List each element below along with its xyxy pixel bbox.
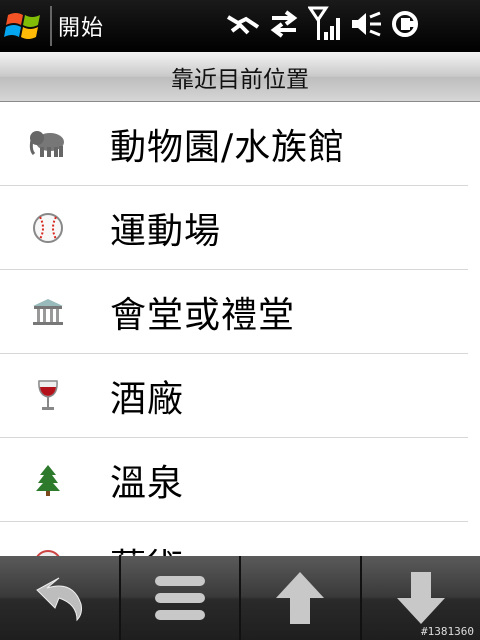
tree-icon [24, 462, 72, 498]
down-arrow-icon [396, 572, 445, 624]
partial-icon [24, 546, 72, 556]
connectivity-icon [226, 15, 260, 35]
list-item-label: 動物園/水族館 [110, 126, 346, 168]
windows-logo-icon[interactable] [2, 3, 48, 49]
back-button[interactable] [0, 556, 121, 640]
menu-button[interactable] [120, 556, 241, 640]
list-item-label: 溫泉 [110, 462, 185, 504]
list-item-label: 藝術 [110, 538, 184, 557]
battery-charging-icon [392, 11, 418, 37]
place-category-list[interactable]: 動物園/水族館 運動場 會堂或禮堂 酒廠 溫泉 [0, 102, 480, 556]
list-item-hot-spring[interactable]: 溫泉 [0, 438, 468, 522]
status-bar: 開始 [0, 0, 480, 52]
signal-strength-icon [308, 6, 340, 40]
list-item-auditorium[interactable]: 會堂或禮堂 [0, 270, 468, 354]
wine-glass-icon [24, 378, 72, 414]
scroll-up-button[interactable] [241, 556, 362, 640]
bottom-toolbar [0, 556, 480, 640]
elephant-icon [24, 126, 72, 162]
list-item-label: 酒廠 [110, 378, 185, 420]
list-item-stadium[interactable]: 運動場 [0, 186, 468, 270]
page-title: 靠近目前位置 [0, 52, 480, 102]
menu-icon [154, 576, 205, 620]
list-item-label: 運動場 [110, 210, 222, 252]
status-separator [50, 6, 52, 46]
up-arrow-icon [276, 572, 325, 624]
auditorium-icon [24, 294, 72, 330]
list-item-winery[interactable]: 酒廠 [0, 354, 468, 438]
start-label[interactable]: 開始 [58, 10, 104, 42]
list-item-art[interactable]: 藝術 [0, 522, 468, 556]
watermark-text: #1381360 [421, 625, 474, 638]
data-transfer-icon [270, 10, 298, 38]
list-item-label: 會堂或禮堂 [110, 294, 296, 336]
volume-muted-icon [352, 11, 381, 37]
status-icons[interactable] [226, 6, 420, 42]
back-icon [36, 577, 83, 622]
baseball-icon [24, 210, 72, 246]
list-item-zoo[interactable]: 動物園/水族館 [0, 102, 468, 186]
